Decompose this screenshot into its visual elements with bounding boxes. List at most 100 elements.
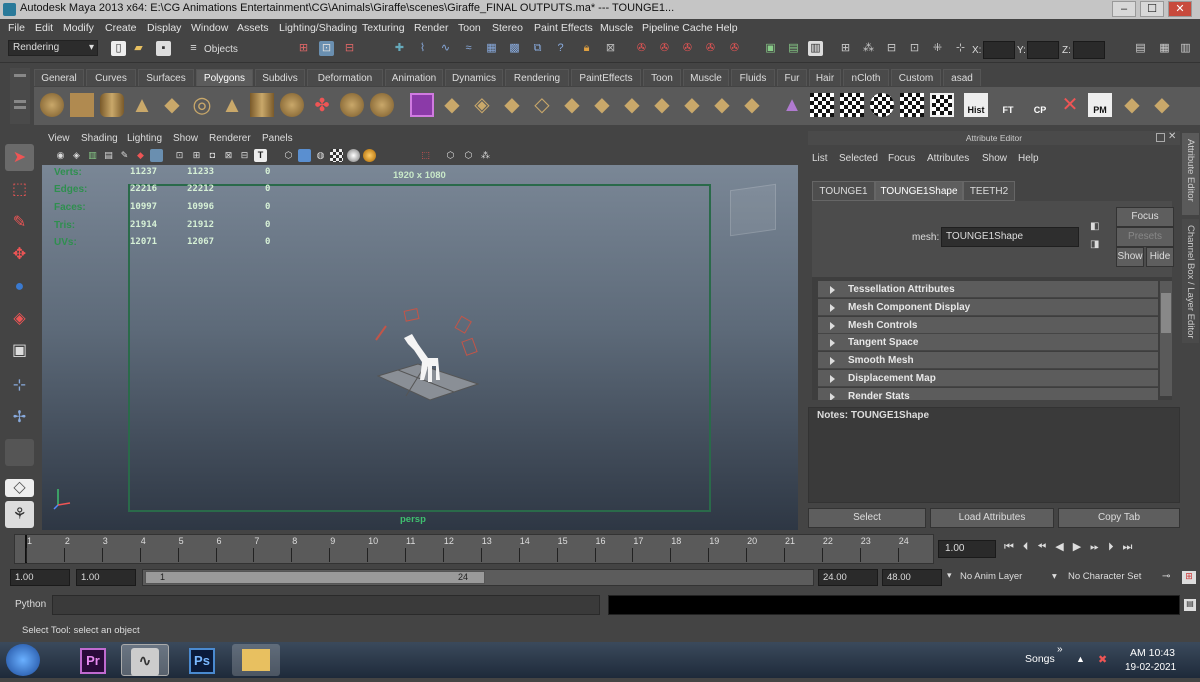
step-forward-frame-icon[interactable]: ⏵: [1108, 541, 1114, 553]
tab-painteffects[interactable]: PaintEffects: [571, 69, 641, 86]
section-mesh-controls[interactable]: Mesh Controls: [818, 317, 1158, 334]
command-input[interactable]: [52, 595, 600, 615]
close-panel-icon[interactable]: ✕: [1168, 131, 1176, 142]
tab-hair[interactable]: Hair: [809, 69, 841, 86]
focus-button[interactable]: Focus: [1116, 207, 1174, 227]
vp-menu-lighting[interactable]: Lighting: [127, 133, 162, 144]
center-pivot-shelf-button[interactable]: CP: [1028, 93, 1052, 117]
section-smooth-mesh[interactable]: Smooth Mesh: [818, 352, 1158, 369]
poly-pipe-icon[interactable]: [250, 93, 274, 117]
safe-title-icon[interactable]: ⊠: [222, 149, 235, 162]
time-slider[interactable]: [14, 534, 934, 564]
outliner-icon[interactable]: ▤: [786, 41, 801, 56]
hide-button[interactable]: Hide: [1146, 247, 1174, 267]
poly-cylinder-icon[interactable]: [100, 93, 124, 117]
render-frame-icon[interactable]: ✇: [634, 41, 649, 56]
output-node-icon[interactable]: ◨: [1090, 239, 1099, 250]
menu-help[interactable]: Help: [716, 22, 738, 34]
xray-joints-icon[interactable]: ⬡: [462, 149, 475, 162]
menu-texturing[interactable]: Texturing: [362, 22, 405, 34]
attribute-editor-side-tab[interactable]: Attribute Editor: [1182, 133, 1199, 215]
poke-icon[interactable]: ◆: [710, 93, 734, 117]
tab-polygons[interactable]: Polygons: [196, 69, 253, 86]
default-light-icon[interactable]: [347, 149, 360, 162]
copy-tab-button[interactable]: Copy Tab: [1058, 508, 1180, 528]
menu-file[interactable]: File: [8, 22, 25, 34]
input-ops-icon[interactable]: ⧉: [530, 41, 545, 56]
menu-render[interactable]: Render: [414, 22, 448, 34]
poly-sphere-icon[interactable]: [40, 93, 64, 117]
tab-ncloth[interactable]: nCloth: [843, 69, 889, 86]
playback-end-field[interactable]: 24.00: [818, 569, 878, 586]
separate-icon[interactable]: [340, 93, 364, 117]
uv-grid-icon[interactable]: [930, 93, 954, 117]
ipr-render-icon[interactable]: ✇: [657, 41, 672, 56]
animation-start-field[interactable]: 1.00: [10, 569, 70, 586]
section-mesh-component-display[interactable]: Mesh Component Display: [818, 299, 1158, 316]
ae-menu-attributes[interactable]: Attributes: [927, 153, 969, 164]
network-status-icon[interactable]: ✖: [1098, 653, 1107, 666]
input-node-icon[interactable]: ◧: [1090, 221, 1099, 232]
maximize-button[interactable]: ☐: [1140, 1, 1164, 17]
layout-four-icon[interactable]: ⚘: [5, 501, 34, 528]
extrude-icon[interactable]: ◆: [440, 93, 464, 117]
uv-normalize-icon[interactable]: [900, 93, 924, 117]
anim-prefs-icon[interactable]: ⊞: [1182, 571, 1196, 584]
go-to-start-icon[interactable]: ⏮: [1004, 541, 1014, 553]
trax-icon[interactable]: ⊟: [884, 41, 899, 56]
vp-menu-show[interactable]: Show: [173, 133, 198, 144]
menu-toon[interactable]: Toon: [458, 22, 481, 34]
lasso-tool-icon[interactable]: ⬚: [5, 176, 34, 203]
scale-tool-icon[interactable]: ◈: [5, 305, 34, 332]
render-view-icon[interactable]: ✇: [727, 41, 742, 56]
mesh-name-field[interactable]: TOUNGE1Shape: [941, 227, 1079, 247]
play-forward-icon[interactable]: ▶: [1073, 541, 1081, 553]
menuset-dropdown[interactable]: Rendering ▾: [8, 40, 98, 56]
wedge-icon[interactable]: ◆: [680, 93, 704, 117]
load-attributes-button[interactable]: Load Attributes: [930, 508, 1054, 528]
combine-icon[interactable]: ✤: [310, 93, 334, 117]
last-tool-icon[interactable]: [5, 439, 34, 466]
anim-layer-dropdown[interactable]: No Anim Layer ▾: [960, 571, 1062, 582]
lock-icon[interactable]: 🔒︎: [579, 41, 594, 56]
bridge-icon[interactable]: ◈: [470, 93, 494, 117]
image-plane-icon[interactable]: ▥: [86, 149, 99, 162]
script-editor-icon[interactable]: ▤: [1184, 599, 1196, 611]
select-component-icon[interactable]: ⊟: [342, 41, 357, 56]
minimize-button[interactable]: –: [1112, 1, 1136, 17]
menu-edit[interactable]: Edit: [35, 22, 53, 34]
poly-torus-icon[interactable]: ◎: [190, 93, 214, 117]
resolution-gate-icon[interactable]: [150, 149, 163, 162]
hypershade-icon[interactable]: ✇: [703, 41, 718, 56]
menu-assets[interactable]: Assets: [237, 22, 269, 34]
tab-custom[interactable]: Custom: [891, 69, 941, 86]
character-set-dropdown[interactable]: No Character Set: [1068, 571, 1160, 582]
notes-area[interactable]: Notes: TOUNGE1Shape: [808, 407, 1180, 503]
chevron-up-icon[interactable]: »: [1057, 644, 1063, 655]
poly-cone-icon[interactable]: ▲: [130, 93, 154, 117]
close-button[interactable]: ✕: [1168, 1, 1192, 17]
explorer-taskbar-button[interactable]: [232, 644, 280, 676]
x-field[interactable]: [983, 41, 1015, 59]
grease-pencil-icon[interactable]: ✎: [118, 149, 131, 162]
tab-fur[interactable]: Fur: [777, 69, 807, 86]
start-button[interactable]: [6, 644, 40, 676]
select-tool-icon[interactable]: ➤: [5, 144, 34, 171]
songs-toolbar[interactable]: Songs: [1025, 653, 1055, 665]
select-hierarchy-icon[interactable]: ⊞: [296, 41, 311, 56]
camera-bookmark-icon[interactable]: ◈: [70, 149, 83, 162]
premiere-taskbar-button[interactable]: Pr: [69, 644, 117, 676]
scene-giraffe-model[interactable]: [370, 300, 490, 410]
step-back-key-icon[interactable]: ⏪︎: [1037, 541, 1046, 553]
z-field[interactable]: [1073, 41, 1105, 59]
checker-icon[interactable]: [330, 149, 343, 162]
clock-time[interactable]: AM 10:43: [1130, 647, 1175, 659]
texture-icon[interactable]: T: [254, 149, 267, 162]
transform-mode-icon[interactable]: ⊹: [953, 41, 968, 56]
rotate-tool-icon[interactable]: ●: [5, 273, 34, 300]
open-scene-icon[interactable]: ▰: [131, 41, 146, 56]
hypergraph-icon[interactable]: ⁜: [930, 41, 945, 56]
insert-edge-loop-icon[interactable]: ◆: [560, 93, 584, 117]
uv-editor-icon[interactable]: ⊡: [907, 41, 922, 56]
camera-attr-icon[interactable]: ◉: [54, 149, 67, 162]
